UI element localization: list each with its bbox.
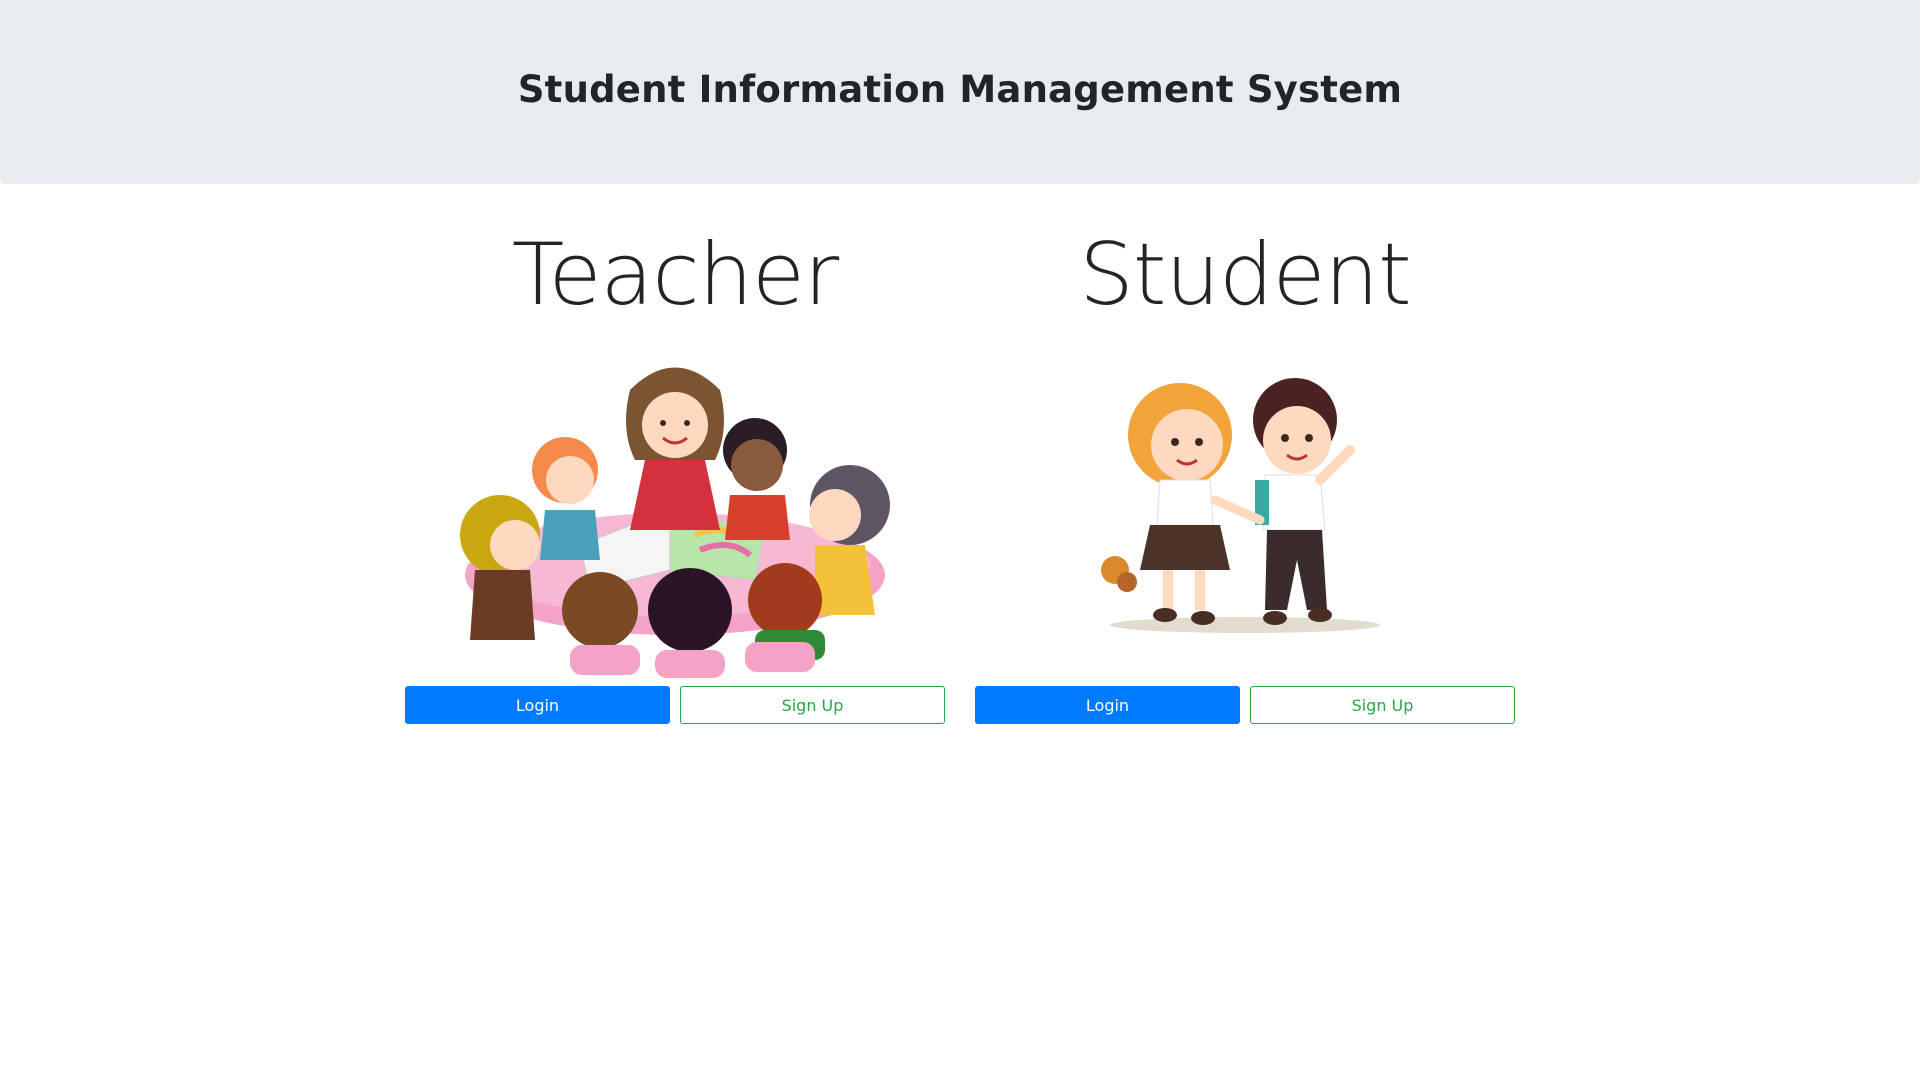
students-walking-image bbox=[1101, 378, 1380, 633]
page-title: Student Information Management System bbox=[517, 67, 1403, 111]
teacher-heading: Teacher bbox=[511, 225, 840, 325]
page-header: Student Information Management System bbox=[0, 0, 1920, 184]
student-actions: Login Sign Up bbox=[975, 686, 1515, 724]
teacher-login-button[interactable]: Login bbox=[405, 686, 670, 724]
teacher-card: Teacher Login Sign Up bbox=[405, 220, 945, 724]
student-card: Student Login Sign Up bbox=[975, 220, 1515, 724]
teacher-illustration bbox=[405, 330, 945, 680]
student-login-button[interactable]: Login bbox=[975, 686, 1240, 724]
student-heading: Student bbox=[1079, 225, 1412, 325]
teacher-actions: Login Sign Up bbox=[405, 686, 945, 724]
teacher-signup-button[interactable]: Sign Up bbox=[680, 686, 945, 724]
teacher-classroom-image bbox=[460, 367, 890, 678]
student-signup-button[interactable]: Sign Up bbox=[1250, 686, 1515, 724]
student-illustration bbox=[975, 330, 1515, 680]
